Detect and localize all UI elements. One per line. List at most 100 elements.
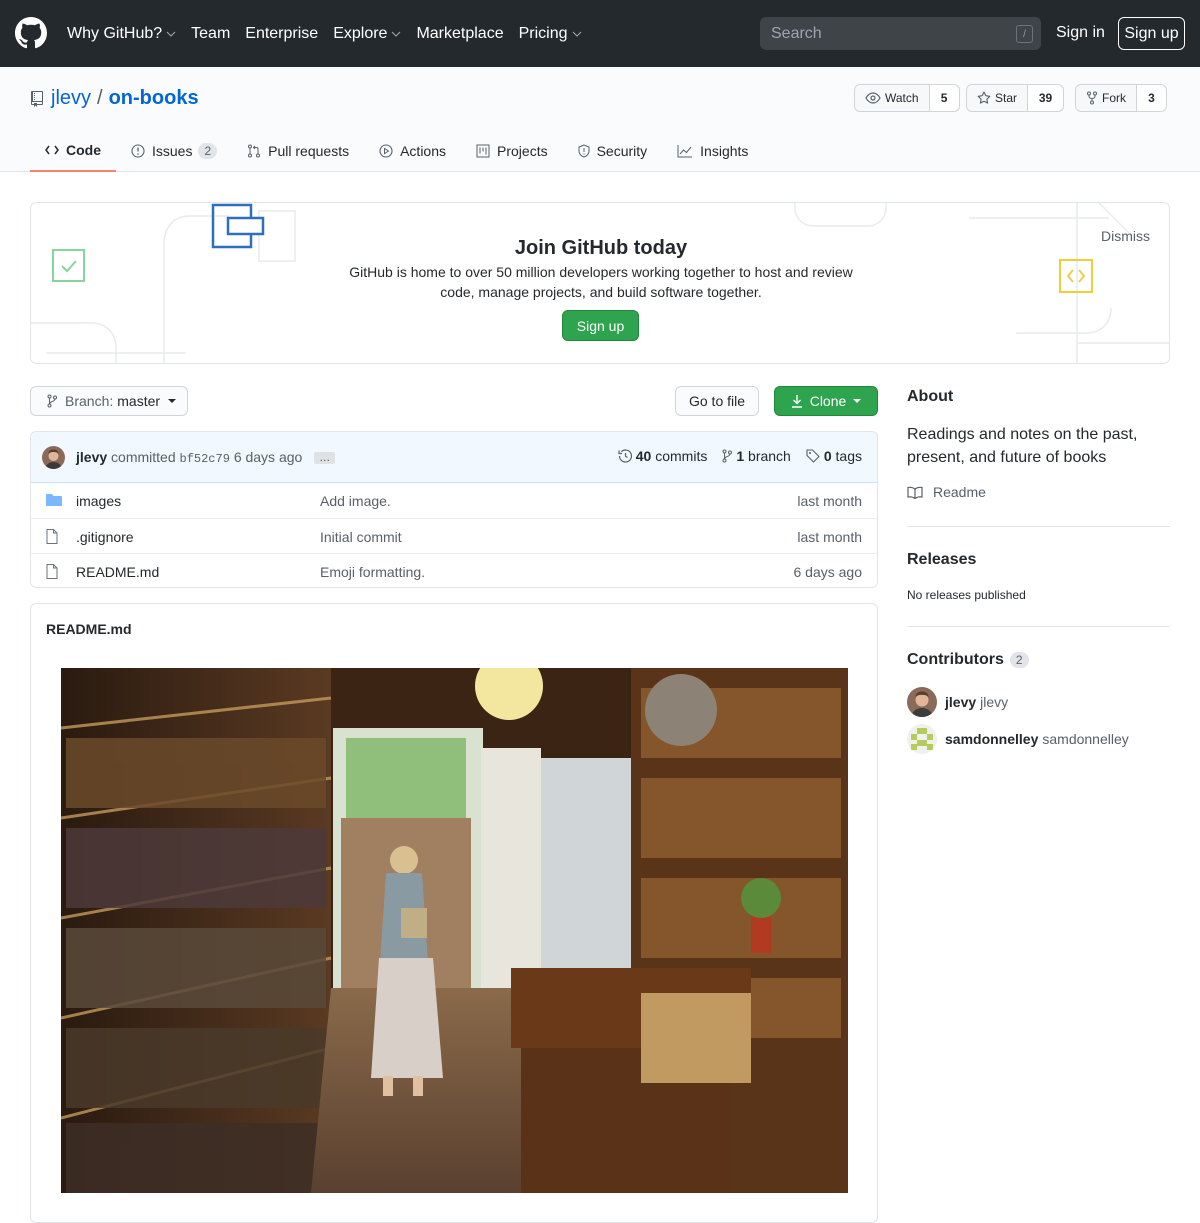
repo-stats: 40 commits 1 branch 0 tags [602, 448, 862, 464]
fork-icon [1087, 91, 1097, 105]
path-separator: / [97, 87, 103, 109]
file-browser: jlevy committed bf52c79 6 days ago … 40 … [30, 431, 878, 588]
repo-owner-link[interactable]: jlevy [51, 87, 91, 110]
chevron-down-icon [392, 31, 401, 37]
contributor-item[interactable]: samdonnelley samdonnelley [907, 724, 1129, 754]
repo-header: jlevy / on-books Watch 5 Star 39 Fork 3 … [0, 67, 1200, 172]
contributor-login: samdonnelley [1042, 731, 1129, 747]
watch-count[interactable]: 5 [929, 85, 959, 111]
download-icon [791, 395, 802, 408]
branch-label: branch [748, 448, 791, 464]
readme-link-label: Readme [933, 484, 986, 500]
nav-enterprise[interactable]: Enterprise [245, 25, 318, 43]
watch-label: Watch [885, 91, 919, 105]
branch-icon [722, 449, 733, 463]
caret-down-icon [853, 399, 862, 403]
file-name-link[interactable]: .gitignore [76, 529, 134, 545]
contributor-name: jlevy [945, 694, 977, 710]
file-row[interactable]: images Add image. last month [31, 483, 877, 518]
file-name-link[interactable]: images [76, 493, 121, 509]
sign-in-link[interactable]: Sign in [1056, 24, 1105, 42]
tab-label: Insights [700, 142, 749, 159]
contributors-label: Contributors [907, 651, 1004, 668]
star-count[interactable]: 39 [1028, 85, 1064, 111]
star-label: Star [995, 91, 1018, 105]
star-button[interactable]: Star [967, 85, 1029, 111]
avatar[interactable] [42, 446, 65, 469]
tab-pull-requests[interactable]: Pull requests [232, 129, 364, 172]
commit-message-link[interactable]: Initial commit [320, 529, 402, 545]
tab-actions[interactable]: Actions [364, 129, 461, 172]
go-to-file-button[interactable]: Go to file [675, 386, 759, 416]
commit-message-link[interactable]: Add image. [320, 493, 391, 509]
releases-text: No releases published [907, 588, 1026, 602]
branch-name: master [117, 393, 161, 409]
chevron-down-icon [572, 31, 581, 37]
readme-link[interactable]: Readme [907, 484, 986, 500]
nav-marketplace[interactable]: Marketplace [416, 25, 503, 43]
nav-team[interactable]: Team [191, 25, 230, 43]
fork-count[interactable]: 3 [1137, 85, 1166, 111]
tags-count: 0 [823, 448, 832, 464]
commit-message-link[interactable]: Emoji formatting. [320, 564, 425, 580]
file-name-link[interactable]: README.md [76, 564, 159, 580]
issue-icon [131, 143, 145, 158]
file-row[interactable]: .gitignore Initial commit last month [31, 518, 877, 553]
nav-why-github[interactable]: Why GitHub? [67, 25, 176, 43]
nav-label: Enterprise [245, 24, 319, 42]
dismiss-button[interactable]: Dismiss [1101, 228, 1150, 244]
contributor-item[interactable]: jlevy jlevy [907, 687, 1008, 717]
nav-label: Explore [333, 24, 388, 42]
search-placeholder: Search [771, 24, 822, 42]
tab-issues[interactable]: Issues 2 [116, 129, 232, 172]
star-icon [977, 91, 991, 104]
github-logo-icon[interactable] [15, 17, 47, 49]
clone-label: Clone [809, 393, 847, 409]
tab-projects[interactable]: Projects [461, 129, 563, 172]
branch-icon [47, 394, 57, 408]
bookshop-photo [61, 668, 848, 1193]
tab-code[interactable]: Code [30, 129, 116, 172]
file-age: last month [797, 493, 862, 509]
about-description: Readings and notes on the past, present,… [907, 426, 1138, 466]
nav-label: Why GitHub? [67, 24, 163, 42]
branch-count: 1 [736, 448, 745, 464]
releases-heading[interactable]: Releases [907, 551, 976, 569]
commit-message-expander[interactable]: … [314, 452, 336, 465]
file-row[interactable]: README.md Emoji formatting. 6 days ago [31, 553, 877, 587]
tab-security[interactable]: Security [563, 129, 663, 172]
contributor-login: jlevy [980, 694, 1009, 710]
nav-label: Team [191, 24, 231, 42]
file-age: last month [797, 529, 862, 545]
contributor-name: samdonnelley [945, 731, 1039, 747]
chevron-down-icon [166, 31, 176, 37]
branches-link[interactable]: 1 branch [722, 448, 791, 464]
sign-up-button[interactable]: Sign up [1118, 17, 1185, 50]
file-icon [46, 529, 58, 544]
nav-explore[interactable]: Explore [333, 25, 401, 43]
play-icon [379, 143, 393, 158]
fork-button[interactable]: Fork [1076, 85, 1137, 111]
commit-author-link[interactable]: jlevy [76, 449, 107, 465]
tab-label: Projects [497, 142, 548, 159]
eye-icon [865, 92, 881, 104]
commits-label: commits [655, 448, 708, 464]
commit-sha-link[interactable]: bf52c79 [180, 452, 230, 466]
latest-commit-bar: jlevy committed bf52c79 6 days ago … 40 … [31, 432, 877, 483]
commits-link[interactable]: 40 commits [617, 448, 708, 464]
tags-link[interactable]: 0 tags [806, 448, 862, 464]
search-input[interactable]: Search / [760, 17, 1041, 50]
nav-pricing[interactable]: Pricing [519, 25, 582, 43]
clone-button[interactable]: Clone [774, 386, 878, 416]
branch-selector[interactable]: Branch: master [30, 386, 188, 416]
watch-button[interactable]: Watch [855, 85, 930, 111]
contributors-heading[interactable]: Contributors 2 [907, 651, 1029, 669]
divider [907, 626, 1170, 627]
pull-request-icon [248, 144, 261, 157]
repo-title: jlevy / on-books [31, 87, 199, 110]
repo-name-link[interactable]: on-books [109, 87, 199, 110]
tab-insights[interactable]: Insights [662, 129, 763, 172]
banner-sign-up-button[interactable]: Sign up [562, 310, 639, 341]
nav-label: Marketplace [416, 24, 504, 42]
fork-group: Fork 3 [1075, 84, 1167, 112]
